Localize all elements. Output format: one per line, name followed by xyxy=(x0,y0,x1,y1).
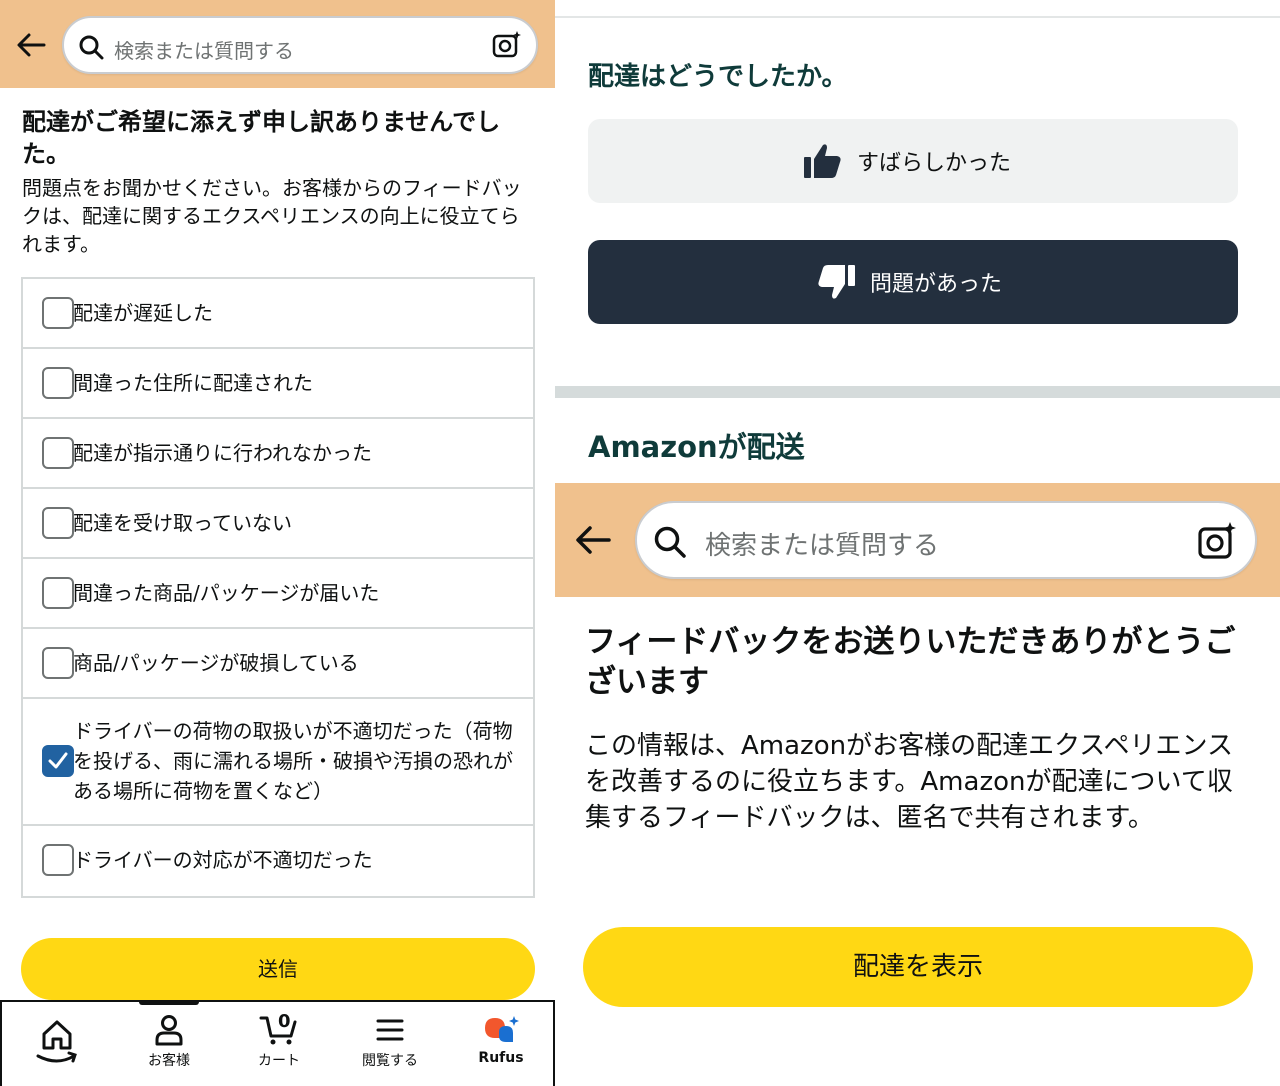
bad-label: 問題があった xyxy=(870,272,1003,297)
option-not-as-instructed[interactable]: 配達が指示通りに行われなかった xyxy=(23,419,533,489)
home-icon xyxy=(36,1020,77,1063)
shipper-heading: Amazonが配送 xyxy=(588,430,805,464)
option-label: 間違った商品/パッケージが届いた xyxy=(73,581,380,605)
checkbox[interactable] xyxy=(42,297,74,329)
option-label: ドライバーの荷物の取扱いが不適切だった（荷物を投げる、雨に濡れる場所・破損や汚損… xyxy=(73,719,513,803)
section-divider xyxy=(555,386,1280,398)
search-icon xyxy=(654,526,686,558)
page-title: 配達がご希望に添えず申し訳ありませんでした。 xyxy=(22,108,501,168)
search-input[interactable]: 検索または質問する xyxy=(62,16,538,74)
rating-question: 配達はどうでしたか。 xyxy=(588,62,848,92)
nav-cart[interactable]: 0 カート xyxy=(234,1011,324,1070)
nav-browse[interactable]: 閲覧する xyxy=(345,1014,435,1070)
checkbox[interactable] xyxy=(42,507,74,539)
search-icon xyxy=(79,35,104,60)
search-placeholder: 検索または質問する xyxy=(114,39,294,63)
checkbox[interactable] xyxy=(42,647,74,679)
option-label: ドライバーの対応が不適切だった xyxy=(73,848,373,872)
option-label: 配達を受け取っていない xyxy=(73,511,292,535)
submit-button[interactable]: 送信 xyxy=(21,938,535,1000)
nav-home[interactable] xyxy=(12,1014,102,1066)
bottom-navigation: お客様 0 カート 閲覧する Rufus xyxy=(0,1000,555,1086)
back-arrow-icon[interactable] xyxy=(16,32,46,58)
nav-rufus[interactable]: Rufus xyxy=(456,1014,546,1066)
option-label: 配達が指示通りに行われなかった xyxy=(73,441,372,465)
search-header: 検索または質問する xyxy=(555,483,1280,597)
nav-label: Rufus xyxy=(478,1050,524,1066)
search-input[interactable]: 検索または質問する xyxy=(635,501,1257,579)
rufus-icon xyxy=(485,1016,519,1042)
checkmark-icon xyxy=(48,752,68,769)
feedback-form-pane: 検索または質問する 配達がご希望に添えず申し訳ありませんでした。 問題点をお聞か… xyxy=(0,0,555,1086)
option-delayed[interactable]: 配達が遅延した xyxy=(23,279,533,349)
thumbs-up-icon xyxy=(804,144,841,178)
option-label: 商品/パッケージが破損している xyxy=(73,651,359,675)
thumbs-up-button[interactable]: すばらしかった xyxy=(588,119,1238,203)
good-label: すばらしかった xyxy=(857,151,1012,176)
checkbox[interactable] xyxy=(42,577,74,609)
nav-account[interactable]: お客様 xyxy=(124,1014,214,1070)
option-wrong-address[interactable]: 間違った住所に配達された xyxy=(23,349,533,419)
menu-icon xyxy=(376,1019,404,1041)
checkbox[interactable] xyxy=(42,844,74,876)
user-icon xyxy=(155,1015,183,1046)
cart-count-badge: 0 xyxy=(278,1011,291,1032)
option-not-received[interactable]: 配達を受け取っていない xyxy=(23,489,533,559)
search-placeholder: 検索または質問する xyxy=(705,531,940,561)
delivery-rating-pane: 配達はどうでしたか。 すばらしかった 問題があった Amazonが配送 検索また… xyxy=(555,0,1280,1086)
checkbox[interactable] xyxy=(42,367,74,399)
checkbox-checked[interactable] xyxy=(42,745,74,777)
page-description: 問題点をお聞かせください。お客様からのフィードバックは、配達に関するエクスペリエ… xyxy=(22,176,522,256)
view-delivery-button[interactable]: 配達を表示 xyxy=(583,927,1253,1007)
option-label: 配達が遅延した xyxy=(73,301,213,325)
active-tab-indicator xyxy=(139,1000,199,1005)
option-damaged[interactable]: 商品/パッケージが破損している xyxy=(23,629,533,699)
checkbox[interactable] xyxy=(42,437,74,469)
info-text: この情報は、Amazonがお客様の配達エクスペリエンスを改善するのに役立ちます。… xyxy=(585,731,1233,833)
option-wrong-item[interactable]: 間違った商品/パッケージが届いた xyxy=(23,559,533,629)
issue-option-list: 配達が遅延した 間違った住所に配達された 配達が指示通りに行われなかった 配達を… xyxy=(21,277,535,898)
thanks-title: フィードバックをお送りいただきありがとうございます xyxy=(585,624,1236,700)
divider xyxy=(555,16,1280,18)
option-label: 間違った住所に配達された xyxy=(73,371,313,395)
search-header: 検索または質問する xyxy=(0,0,555,88)
nav-label: お客様 xyxy=(148,1053,190,1069)
nav-label: カート xyxy=(258,1053,300,1069)
back-arrow-icon[interactable] xyxy=(575,525,611,555)
option-driver-conduct[interactable]: ドライバーの対応が不適切だった xyxy=(23,826,533,896)
camera-icon[interactable] xyxy=(492,30,522,60)
thumbs-down-icon xyxy=(818,265,855,299)
nav-label: 閲覧する xyxy=(362,1053,418,1069)
camera-icon[interactable] xyxy=(1197,521,1237,561)
thumbs-down-button[interactable]: 問題があった xyxy=(588,240,1238,324)
option-mishandled[interactable]: ドライバーの荷物の取扱いが不適切だった（荷物を投げる、雨に濡れる場所・破損や汚損… xyxy=(23,699,533,826)
